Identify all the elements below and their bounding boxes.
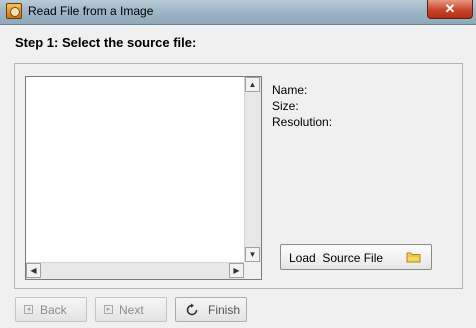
horizontal-scrollbar[interactable]: ◀ ▶	[26, 262, 244, 279]
image-preview-box: ▲ ▼ ◀ ▶	[25, 76, 262, 280]
scroll-right-button[interactable]: ▶	[229, 263, 244, 278]
dialog-body: Step 1: Select the source file: ▲ ▼ ◀ ▶ …	[0, 25, 476, 328]
back-label: Back	[40, 303, 67, 317]
folder-icon	[406, 252, 421, 263]
load-source-file-button[interactable]: Load Source File	[280, 244, 432, 270]
scroll-down-button[interactable]: ▼	[245, 247, 260, 262]
step-title: Step 1: Select the source file:	[15, 35, 197, 50]
next-button[interactable]: ▸ Next	[95, 297, 167, 322]
scroll-left-button[interactable]: ◀	[26, 263, 41, 278]
close-button[interactable]: ✕	[427, 0, 473, 19]
finish-button[interactable]: Finish	[175, 297, 247, 322]
app-icon	[6, 3, 22, 19]
vertical-scrollbar[interactable]: ▲ ▼	[244, 77, 261, 263]
image-preview-canvas	[27, 78, 244, 263]
finish-refresh-icon	[186, 303, 198, 316]
back-button[interactable]: ◂ Back	[15, 297, 87, 322]
scroll-up-button[interactable]: ▲	[245, 77, 260, 92]
back-arrow-icon: ◂	[24, 305, 33, 314]
title-bar: Read File from a Image ✕	[0, 0, 476, 25]
size-label: Size:	[272, 99, 299, 113]
next-label: Next	[119, 303, 144, 317]
load-source-file-label: Load Source File	[289, 251, 384, 265]
source-file-group: ▲ ▼ ◀ ▶ Name: Size: Resolution: Load Sou…	[14, 63, 463, 289]
scrollbar-corner	[244, 262, 261, 279]
window-title: Read File from a Image	[28, 4, 154, 18]
resolution-label: Resolution:	[272, 115, 333, 129]
name-label: Name:	[272, 83, 308, 97]
finish-label: Finish	[208, 303, 241, 317]
next-arrow-icon: ▸	[104, 305, 113, 314]
